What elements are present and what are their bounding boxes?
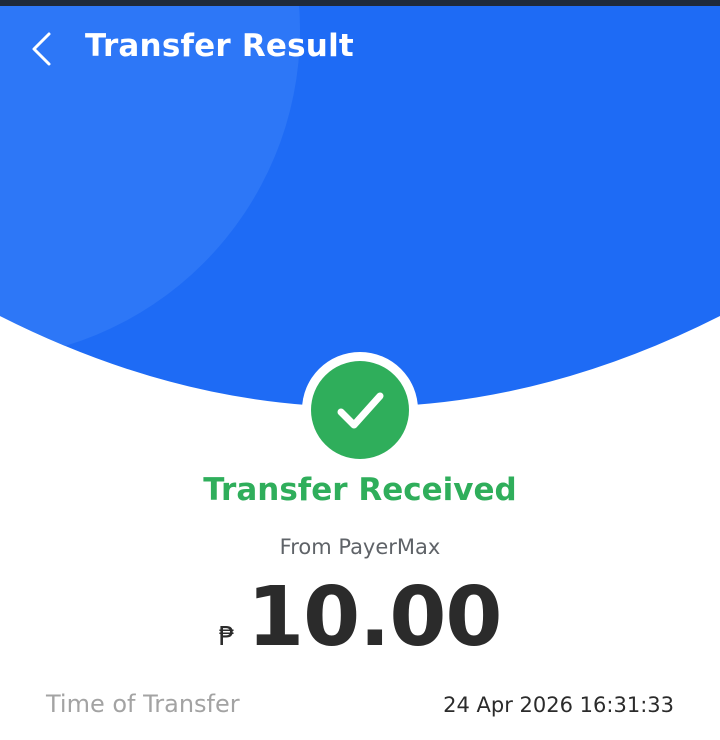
status-bar [0, 0, 720, 6]
transfer-status: Transfer Received [203, 472, 517, 508]
success-circle [311, 361, 409, 459]
page-title: Transfer Result [85, 28, 354, 64]
chevron-left-icon [32, 32, 51, 66]
time-of-transfer-label: Time of Transfer [46, 690, 240, 718]
success-badge [302, 352, 418, 468]
transfer-source: From PayerMax [279, 535, 441, 559]
checkmark-icon [337, 392, 384, 429]
back-button[interactable] [22, 26, 66, 70]
amount-row: ₱ 10.00 [0, 568, 720, 668]
currency-symbol: ₱ [218, 622, 236, 652]
time-of-transfer-value: 24 Apr 2026 16:31:33 [443, 693, 674, 717]
transfer-amount: 10.00 [247, 570, 502, 665]
